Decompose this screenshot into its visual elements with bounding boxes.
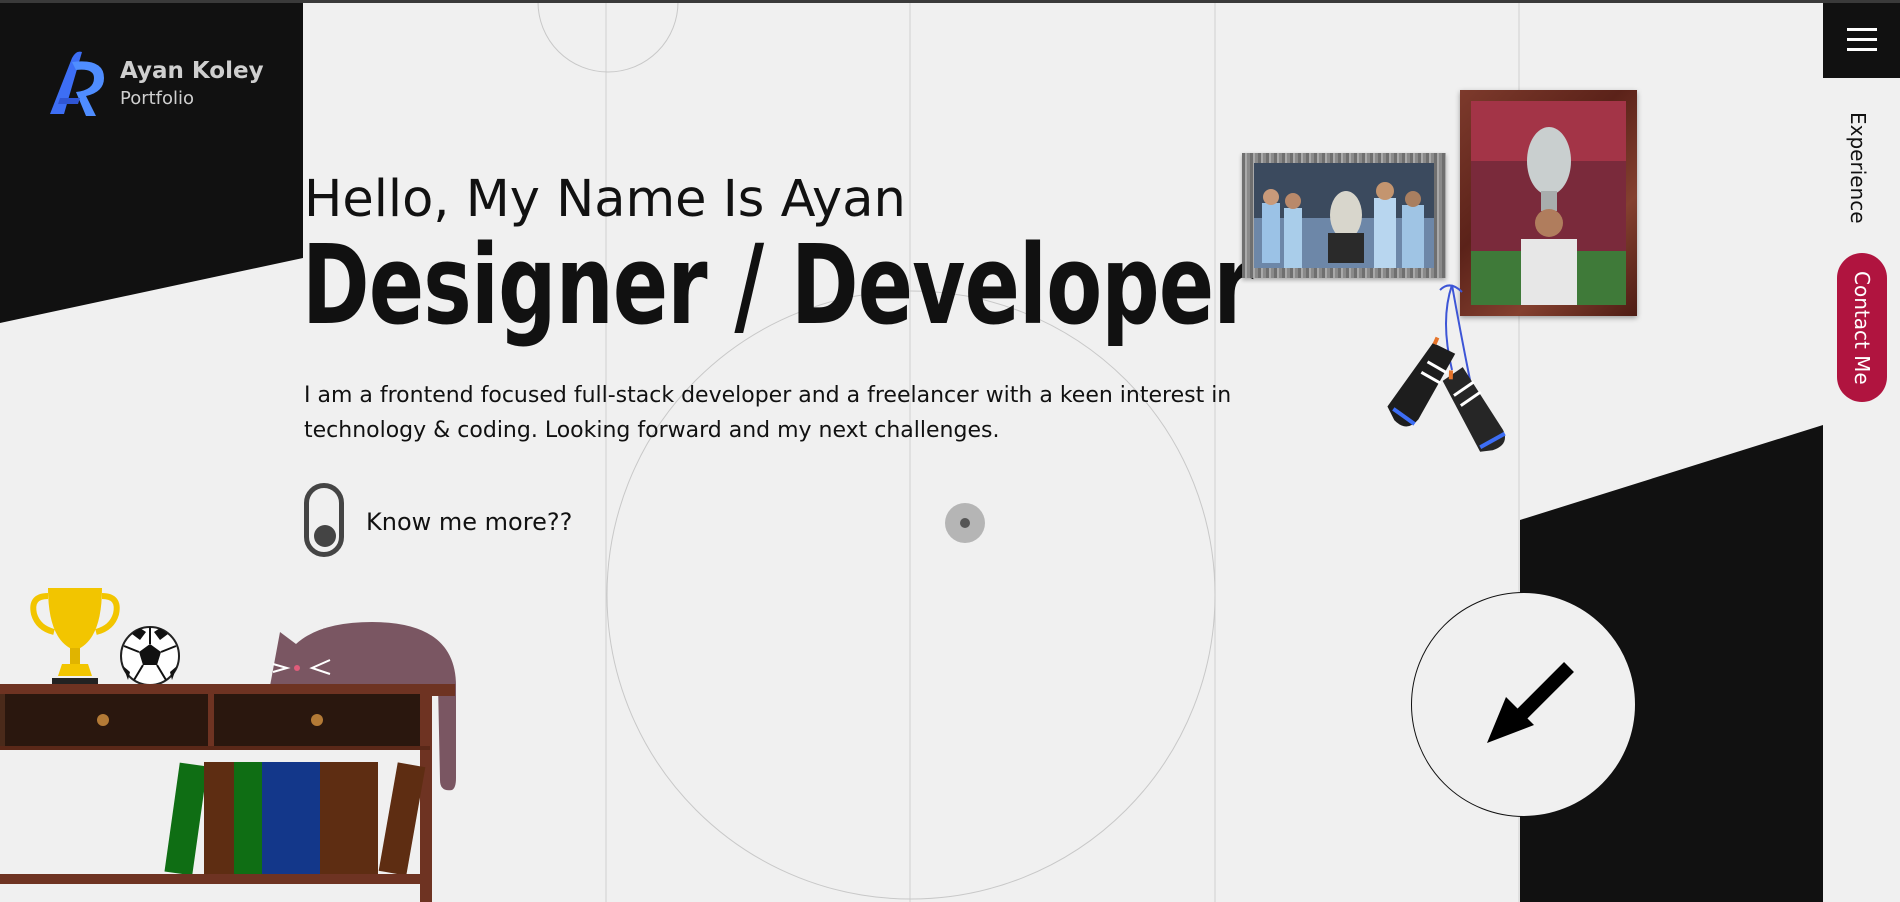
top-border xyxy=(0,0,1900,3)
hamburger-line xyxy=(1846,47,1877,51)
scroll-down-button[interactable] xyxy=(1411,592,1636,817)
photo-frame-champion xyxy=(1460,90,1637,316)
hero-role-title: Designer / Developer xyxy=(302,221,1254,349)
brand-logo[interactable]: Ayan Koley Portfolio xyxy=(46,48,264,120)
champion-photo xyxy=(1471,101,1626,305)
photo-frame-trophy-team xyxy=(1242,153,1446,278)
arrow-down-left-icon xyxy=(1487,662,1574,743)
know-more-label[interactable]: Know me more?? xyxy=(366,505,572,539)
team-trophy-photo xyxy=(1254,163,1434,268)
contact-me-button[interactable]: Contact Me xyxy=(1837,253,1887,402)
brand-subtitle: Portfolio xyxy=(120,88,195,109)
hamburger-line xyxy=(1846,37,1877,41)
cursor-follower xyxy=(945,503,985,543)
hero-description: I am a frontend focused full-stack devel… xyxy=(304,383,1232,443)
brand-name: Ayan Koley xyxy=(120,58,264,84)
menu-button[interactable] xyxy=(1823,0,1900,78)
logo-mark-icon xyxy=(50,51,104,116)
hamburger-icon xyxy=(1846,27,1877,31)
toggle-knob xyxy=(314,525,336,547)
nav-experience-link[interactable]: Experience xyxy=(1846,112,1870,224)
know-more-toggle[interactable] xyxy=(304,483,344,557)
